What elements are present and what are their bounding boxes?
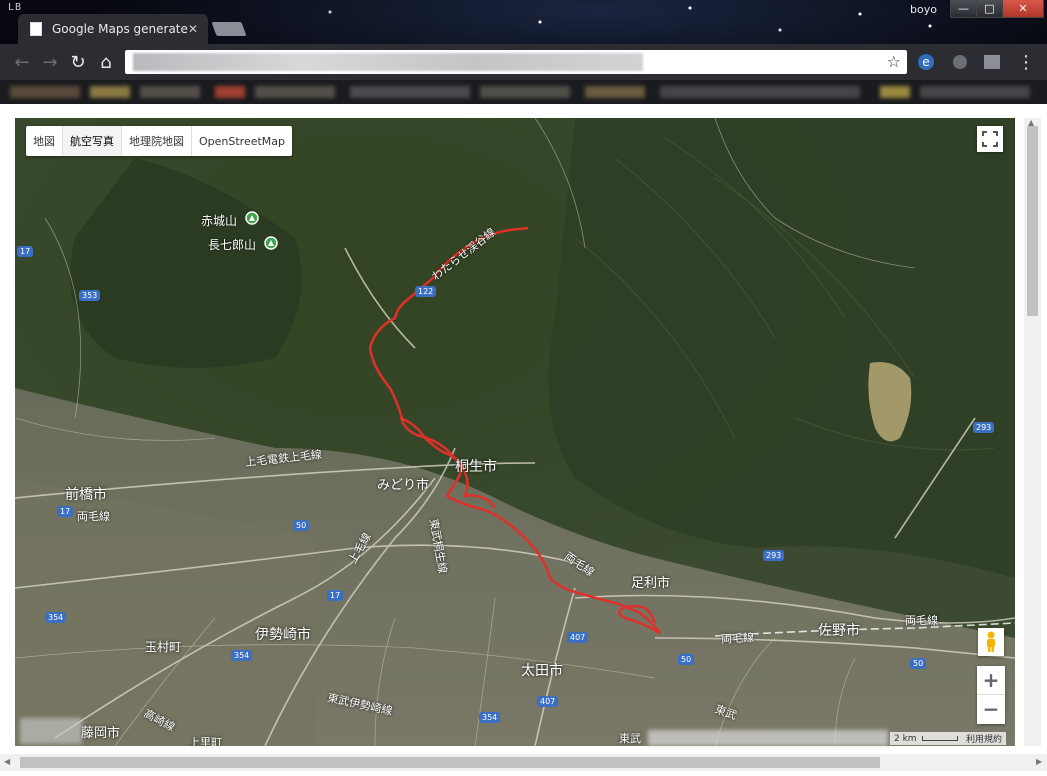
extension-e-icon[interactable]: e bbox=[918, 54, 934, 70]
place-label: 赤城山 bbox=[201, 214, 238, 228]
place-label: 足利市 bbox=[631, 576, 671, 591]
google-logo-redacted bbox=[20, 718, 82, 744]
pegman-icon bbox=[987, 631, 995, 652]
road-shield: 354 bbox=[45, 612, 67, 623]
map-type-satellite-button[interactable]: 航空写真 bbox=[63, 126, 122, 156]
road-shield: 17 bbox=[17, 246, 34, 257]
scroll-right-icon[interactable]: ▶ bbox=[1036, 757, 1042, 766]
profile-name[interactable]: boyo bbox=[910, 3, 937, 16]
url-text-redacted bbox=[133, 53, 643, 71]
road-shield: 293 bbox=[973, 422, 995, 433]
street-view-pegman[interactable] bbox=[978, 628, 1004, 656]
road-shield: 407 bbox=[567, 632, 589, 643]
place-label: 玉村町 bbox=[145, 640, 182, 654]
map-type-roadmap-button[interactable]: 地図 bbox=[26, 126, 63, 156]
browser-menu-icon[interactable]: ⋮ bbox=[1014, 50, 1038, 74]
bookmarks-bar bbox=[0, 80, 1047, 104]
minimize-button[interactable]: — bbox=[950, 0, 977, 18]
tab-close-icon[interactable]: ✕ bbox=[188, 22, 198, 36]
rail-label: 両毛線 bbox=[77, 510, 110, 523]
zoom-control: + − bbox=[977, 666, 1005, 724]
place-label: 長七郎山 bbox=[208, 238, 257, 252]
place-label: 上里町 bbox=[189, 736, 222, 746]
place-label: 桐生市 bbox=[455, 459, 497, 475]
page-icon bbox=[30, 22, 42, 36]
map-type-osm-button[interactable]: OpenStreetMap bbox=[192, 126, 292, 156]
rail-label: 両毛線 bbox=[720, 631, 755, 646]
place-label: 藤岡市 bbox=[81, 726, 121, 741]
vertical-scroll-thumb[interactable] bbox=[1027, 126, 1038, 316]
horizontal-scroll-thumb[interactable] bbox=[20, 757, 880, 768]
map-type-gsi-button[interactable]: 地理院地図 bbox=[122, 126, 192, 156]
scale-line bbox=[921, 736, 958, 741]
fullscreen-icon bbox=[982, 131, 998, 147]
road-shield: 353 bbox=[79, 290, 101, 301]
road-shield: 354 bbox=[479, 712, 501, 723]
place-label: 前橋市 bbox=[65, 487, 107, 503]
road-shield: 293 bbox=[763, 550, 785, 561]
extension-square-icon[interactable] bbox=[982, 52, 1002, 72]
scale-bar[interactable]: 2 km bbox=[890, 732, 962, 745]
horizontal-scrollbar[interactable]: ◀ ▶ bbox=[0, 754, 1047, 771]
home-button[interactable]: ⌂ bbox=[94, 50, 118, 74]
zoom-out-button[interactable]: − bbox=[977, 694, 1005, 723]
map-type-control: 地図 航空写真 地理院地図 OpenStreetMap bbox=[26, 126, 293, 156]
address-bar[interactable]: ☆ bbox=[125, 50, 907, 74]
scale-label: 2 km bbox=[894, 733, 917, 744]
scroll-left-icon[interactable]: ◀ bbox=[4, 757, 10, 766]
fullscreen-button[interactable] bbox=[977, 126, 1003, 152]
rail-label: 東武 bbox=[619, 732, 641, 745]
vertical-scrollbar[interactable]: ▲ bbox=[1024, 118, 1041, 746]
road-shield: 122 bbox=[415, 286, 437, 297]
map-canvas[interactable]: 赤城山 長七郎山 前橋市 みどり市 桐生市 足利市 佐野市 伊勢崎市 太田市 玉… bbox=[15, 118, 1015, 746]
rail-label: 両毛線 bbox=[905, 614, 938, 627]
place-label: 佐野市 bbox=[818, 623, 860, 639]
road-shield: 50 bbox=[678, 654, 695, 665]
terms-link[interactable]: 利用規約 bbox=[962, 732, 1007, 745]
extension-circle-icon[interactable] bbox=[950, 52, 970, 72]
road-shield: 354 bbox=[231, 650, 253, 661]
maximize-button[interactable]: □ bbox=[976, 0, 1003, 18]
road-shield: 50 bbox=[910, 658, 927, 669]
place-label: 伊勢崎市 bbox=[255, 627, 311, 643]
road-shield: 407 bbox=[537, 696, 559, 707]
tab-title: Google Maps generate bbox=[52, 22, 188, 36]
place-label: みどり市 bbox=[377, 478, 430, 493]
road-shield: 50 bbox=[293, 520, 310, 531]
bookmark-star-icon[interactable]: ☆ bbox=[887, 52, 901, 71]
close-window-button[interactable]: ✕ bbox=[1002, 0, 1044, 18]
browser-tab[interactable]: Google Maps generate ✕ bbox=[18, 14, 208, 44]
zoom-in-button[interactable]: + bbox=[977, 666, 1005, 694]
new-tab-button[interactable] bbox=[211, 22, 247, 36]
place-label: 太田市 bbox=[521, 663, 563, 679]
forward-button[interactable]: → bbox=[38, 50, 62, 74]
window-logo: LB bbox=[8, 2, 23, 13]
road-shield: 17 bbox=[57, 506, 74, 517]
back-button[interactable]: ← bbox=[10, 50, 34, 74]
map-attribution-redacted bbox=[648, 730, 888, 746]
reload-button[interactable]: ↻ bbox=[66, 50, 90, 74]
road-shield: 17 bbox=[327, 590, 344, 601]
